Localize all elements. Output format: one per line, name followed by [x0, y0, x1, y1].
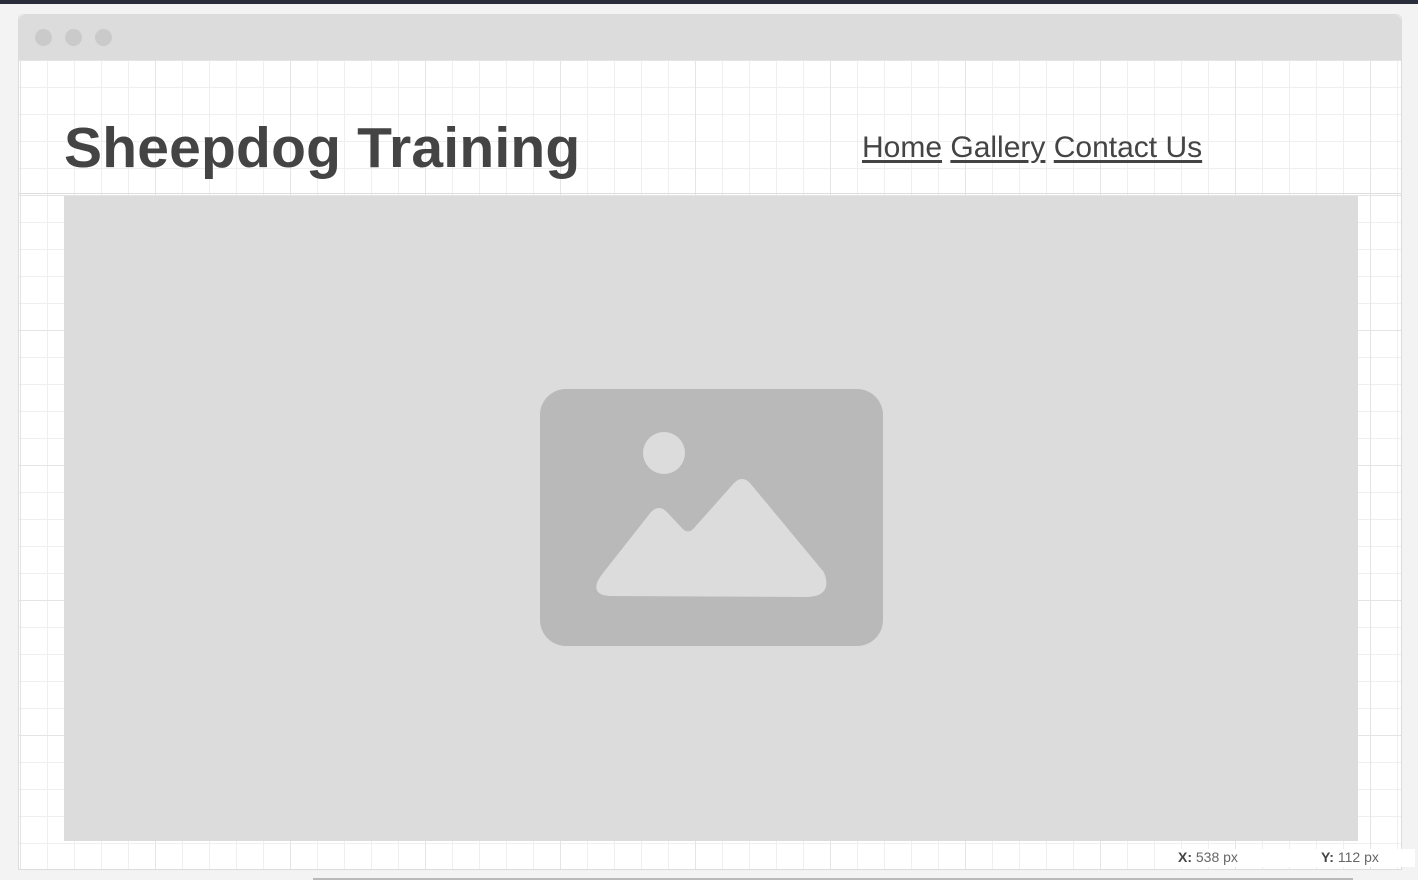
hero-image-placeholder	[64, 196, 1358, 841]
cursor-y-label: Y:	[1321, 849, 1334, 865]
window-close-dot[interactable]	[35, 29, 52, 46]
image-placeholder-icon	[540, 389, 883, 646]
window-titlebar	[19, 15, 1401, 60]
cursor-x-value: 538 px	[1195, 849, 1238, 865]
cursor-x-label: X:	[1178, 849, 1192, 865]
window-minimize-dot[interactable]	[65, 29, 82, 46]
main-nav: Home Gallery Contact Us	[862, 131, 1202, 165]
header-divider	[19, 193, 1401, 194]
site-title: Sheepdog Training	[64, 116, 581, 180]
browser-window: Sheepdog Training Home Gallery Contact U…	[18, 14, 1402, 870]
nav-link-gallery[interactable]: Gallery	[950, 131, 1045, 164]
window-maximize-dot[interactable]	[95, 29, 112, 46]
nav-link-contact-us[interactable]: Contact Us	[1054, 131, 1202, 164]
top-edge-bar	[0, 0, 1418, 4]
cursor-x-readout: X: 538 px	[1172, 849, 1292, 867]
cursor-y-readout: Y: 112 px	[1315, 849, 1415, 867]
cursor-y-value: 112 px	[1337, 849, 1379, 865]
nav-link-home[interactable]: Home	[862, 131, 942, 164]
